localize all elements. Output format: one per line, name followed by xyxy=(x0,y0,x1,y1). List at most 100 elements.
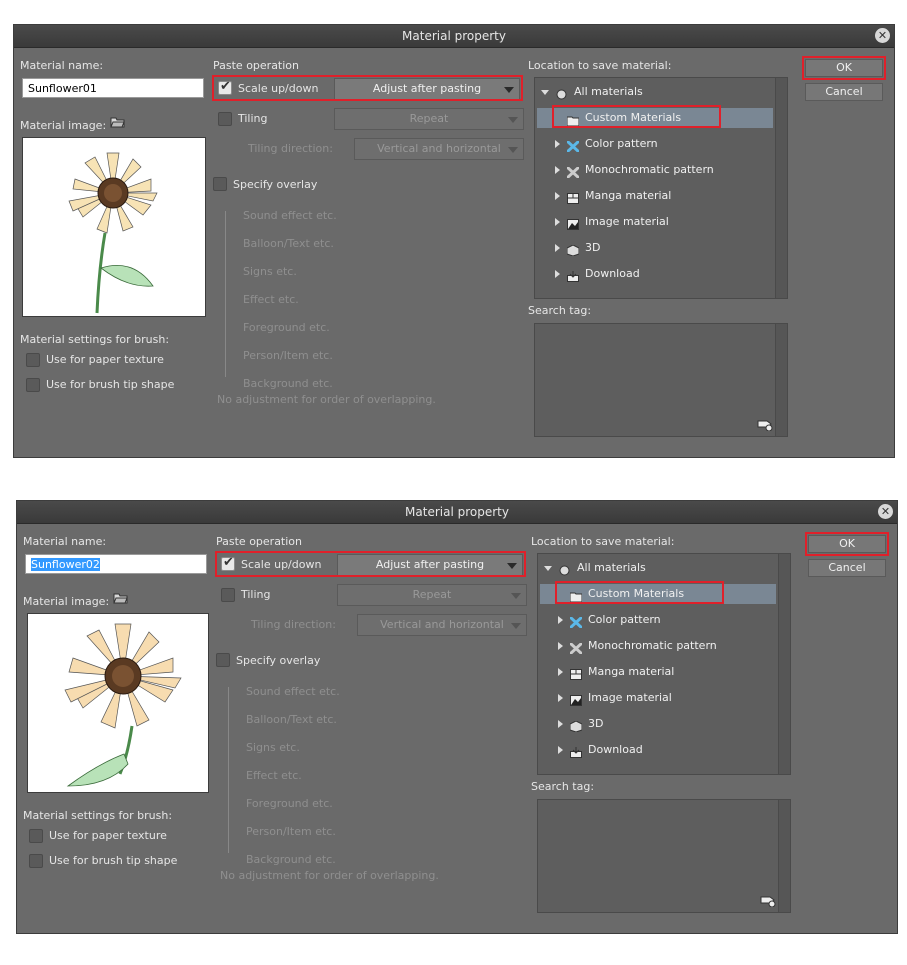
manga-icon xyxy=(566,191,579,204)
tiling-direction-select[interactable]: Vertical and horizontal xyxy=(354,138,524,160)
paper-texture-checkbox[interactable] xyxy=(29,829,43,843)
tag-scrollbar[interactable] xyxy=(775,324,787,436)
tree-item-monochromatic-pattern[interactable]: Monochromatic pattern xyxy=(555,160,714,180)
repeat-select-value: Repeat xyxy=(412,588,452,601)
material-image-label: Material image: xyxy=(20,119,107,132)
search-tag-label: Search tag: xyxy=(528,304,592,317)
overlay-item: Effect etc. xyxy=(243,293,299,306)
cube-icon xyxy=(566,243,579,257)
overlay-item: Person/Item etc. xyxy=(246,825,336,838)
overlay-item: Balloon/Text etc. xyxy=(243,237,334,250)
tiling-direction-value: Vertical and horizontal xyxy=(380,618,504,631)
scale-checkbox[interactable] xyxy=(218,79,232,95)
expand-right-icon xyxy=(558,720,563,728)
tree-item-color-pattern[interactable]: Color pattern xyxy=(555,134,658,154)
globe-icon xyxy=(556,87,568,99)
dialog-titlebar: Material property ✕ xyxy=(14,25,894,48)
brush-settings-label: Material settings for brush: xyxy=(23,809,173,822)
tree-item-all-materials[interactable]: All materials xyxy=(541,82,643,102)
scale-checkbox[interactable] xyxy=(221,555,235,571)
specify-overlay-checkbox[interactable] xyxy=(213,177,227,191)
overlay-item: Sound effect etc. xyxy=(243,209,337,222)
brush-tip-checkbox[interactable] xyxy=(26,378,40,392)
manga-icon xyxy=(569,667,582,680)
tree-item-download[interactable]: Download xyxy=(558,740,643,760)
tiling-checkbox[interactable] xyxy=(221,588,235,602)
scale-label: Scale up/down xyxy=(241,558,322,571)
material-name-value: Sunflower01 xyxy=(28,82,97,95)
close-icon[interactable]: ✕ xyxy=(875,28,890,43)
specify-overlay-label: Specify overlay xyxy=(236,654,321,667)
image-icon xyxy=(569,693,582,706)
overlay-item: Signs etc. xyxy=(243,265,297,278)
tree-scrollbar[interactable] xyxy=(775,78,787,298)
chevron-down-icon xyxy=(508,117,518,123)
material-name-label: Material name: xyxy=(23,535,107,548)
adjust-select[interactable]: Adjust after pasting xyxy=(334,78,520,100)
tree-scrollbar[interactable] xyxy=(778,554,790,774)
specify-overlay-checkbox[interactable] xyxy=(216,653,230,667)
ok-button[interactable]: OK xyxy=(805,59,883,77)
tiling-label: Tiling xyxy=(238,112,268,125)
tree-item-3d[interactable]: 3D xyxy=(558,714,603,734)
overlay-item: Balloon/Text etc. xyxy=(246,713,337,726)
paper-texture-label: Use for paper texture xyxy=(46,353,164,366)
cube-icon xyxy=(569,719,582,733)
paper-texture-checkbox[interactable] xyxy=(26,353,40,367)
mono-pattern-icon xyxy=(568,641,583,655)
material-image-label: Material image: xyxy=(23,595,110,608)
material-image-preview xyxy=(22,137,206,317)
tiling-checkbox[interactable] xyxy=(218,112,232,126)
location-label: Location to save material: xyxy=(528,59,672,72)
overlay-slider-track xyxy=(225,211,226,377)
tree-item-all-materials[interactable]: All materials xyxy=(544,558,646,578)
overlay-item: Person/Item etc. xyxy=(243,349,333,362)
search-tag-box[interactable] xyxy=(534,323,788,437)
material-name-value: Sunflower02 xyxy=(31,558,100,571)
ok-button[interactable]: OK xyxy=(808,535,886,553)
chevron-down-icon xyxy=(511,593,521,599)
tree-item-manga-material[interactable]: Manga material xyxy=(558,662,674,682)
dialog-title: Material property xyxy=(402,29,506,43)
expand-right-icon xyxy=(555,192,560,200)
tree-item-manga-material[interactable]: Manga material xyxy=(555,186,671,206)
expand-right-icon xyxy=(558,642,563,650)
tree-item-custom-materials[interactable]: Custom Materials xyxy=(540,584,776,604)
folder-open-icon[interactable] xyxy=(110,115,126,132)
tree-item-monochromatic-pattern[interactable]: Monochromatic pattern xyxy=(558,636,717,656)
tree-item-color-pattern[interactable]: Color pattern xyxy=(558,610,661,630)
add-tag-icon[interactable] xyxy=(760,893,776,910)
material-name-label: Material name: xyxy=(20,59,104,72)
tree-item-image-material[interactable]: Image material xyxy=(558,688,672,708)
repeat-select[interactable]: Repeat xyxy=(337,584,527,606)
search-tag-box[interactable] xyxy=(537,799,791,913)
tree-item-custom-materials[interactable]: Custom Materials xyxy=(537,108,773,128)
tiling-direction-label: Tiling direction: xyxy=(248,142,333,155)
overlay-slider-track xyxy=(228,687,229,853)
cancel-button[interactable]: Cancel xyxy=(805,83,883,101)
tree-item-download[interactable]: Download xyxy=(555,264,640,284)
close-icon[interactable]: ✕ xyxy=(878,504,893,519)
tree-item-3d[interactable]: 3D xyxy=(555,238,600,258)
folder-icon xyxy=(566,113,579,126)
material-property-dialog-2: Material property ✕ Material name: Sunfl… xyxy=(16,500,898,934)
tree-item-image-material[interactable]: Image material xyxy=(555,212,669,232)
brush-settings-label: Material settings for brush: xyxy=(20,333,170,346)
adjust-select[interactable]: Adjust after pasting xyxy=(337,554,523,576)
image-icon xyxy=(566,217,579,230)
cancel-button[interactable]: Cancel xyxy=(808,559,886,577)
brush-tip-checkbox[interactable] xyxy=(29,854,43,868)
expand-right-icon xyxy=(558,616,563,624)
adjust-select-value: Adjust after pasting xyxy=(372,82,482,95)
material-name-input[interactable]: Sunflower02 xyxy=(25,554,207,574)
tag-scrollbar[interactable] xyxy=(778,800,790,912)
material-property-dialog-1: Material property ✕ Material name: Sunfl… xyxy=(13,24,895,458)
overlay-item: Foreground etc. xyxy=(243,321,330,334)
tiling-direction-select[interactable]: Vertical and horizontal xyxy=(357,614,527,636)
expand-right-icon xyxy=(558,746,563,754)
repeat-select[interactable]: Repeat xyxy=(334,108,524,130)
add-tag-icon[interactable] xyxy=(757,417,773,434)
material-name-input[interactable]: Sunflower01 xyxy=(22,78,204,98)
folder-open-icon[interactable] xyxy=(113,591,129,608)
expand-down-icon xyxy=(541,89,549,95)
